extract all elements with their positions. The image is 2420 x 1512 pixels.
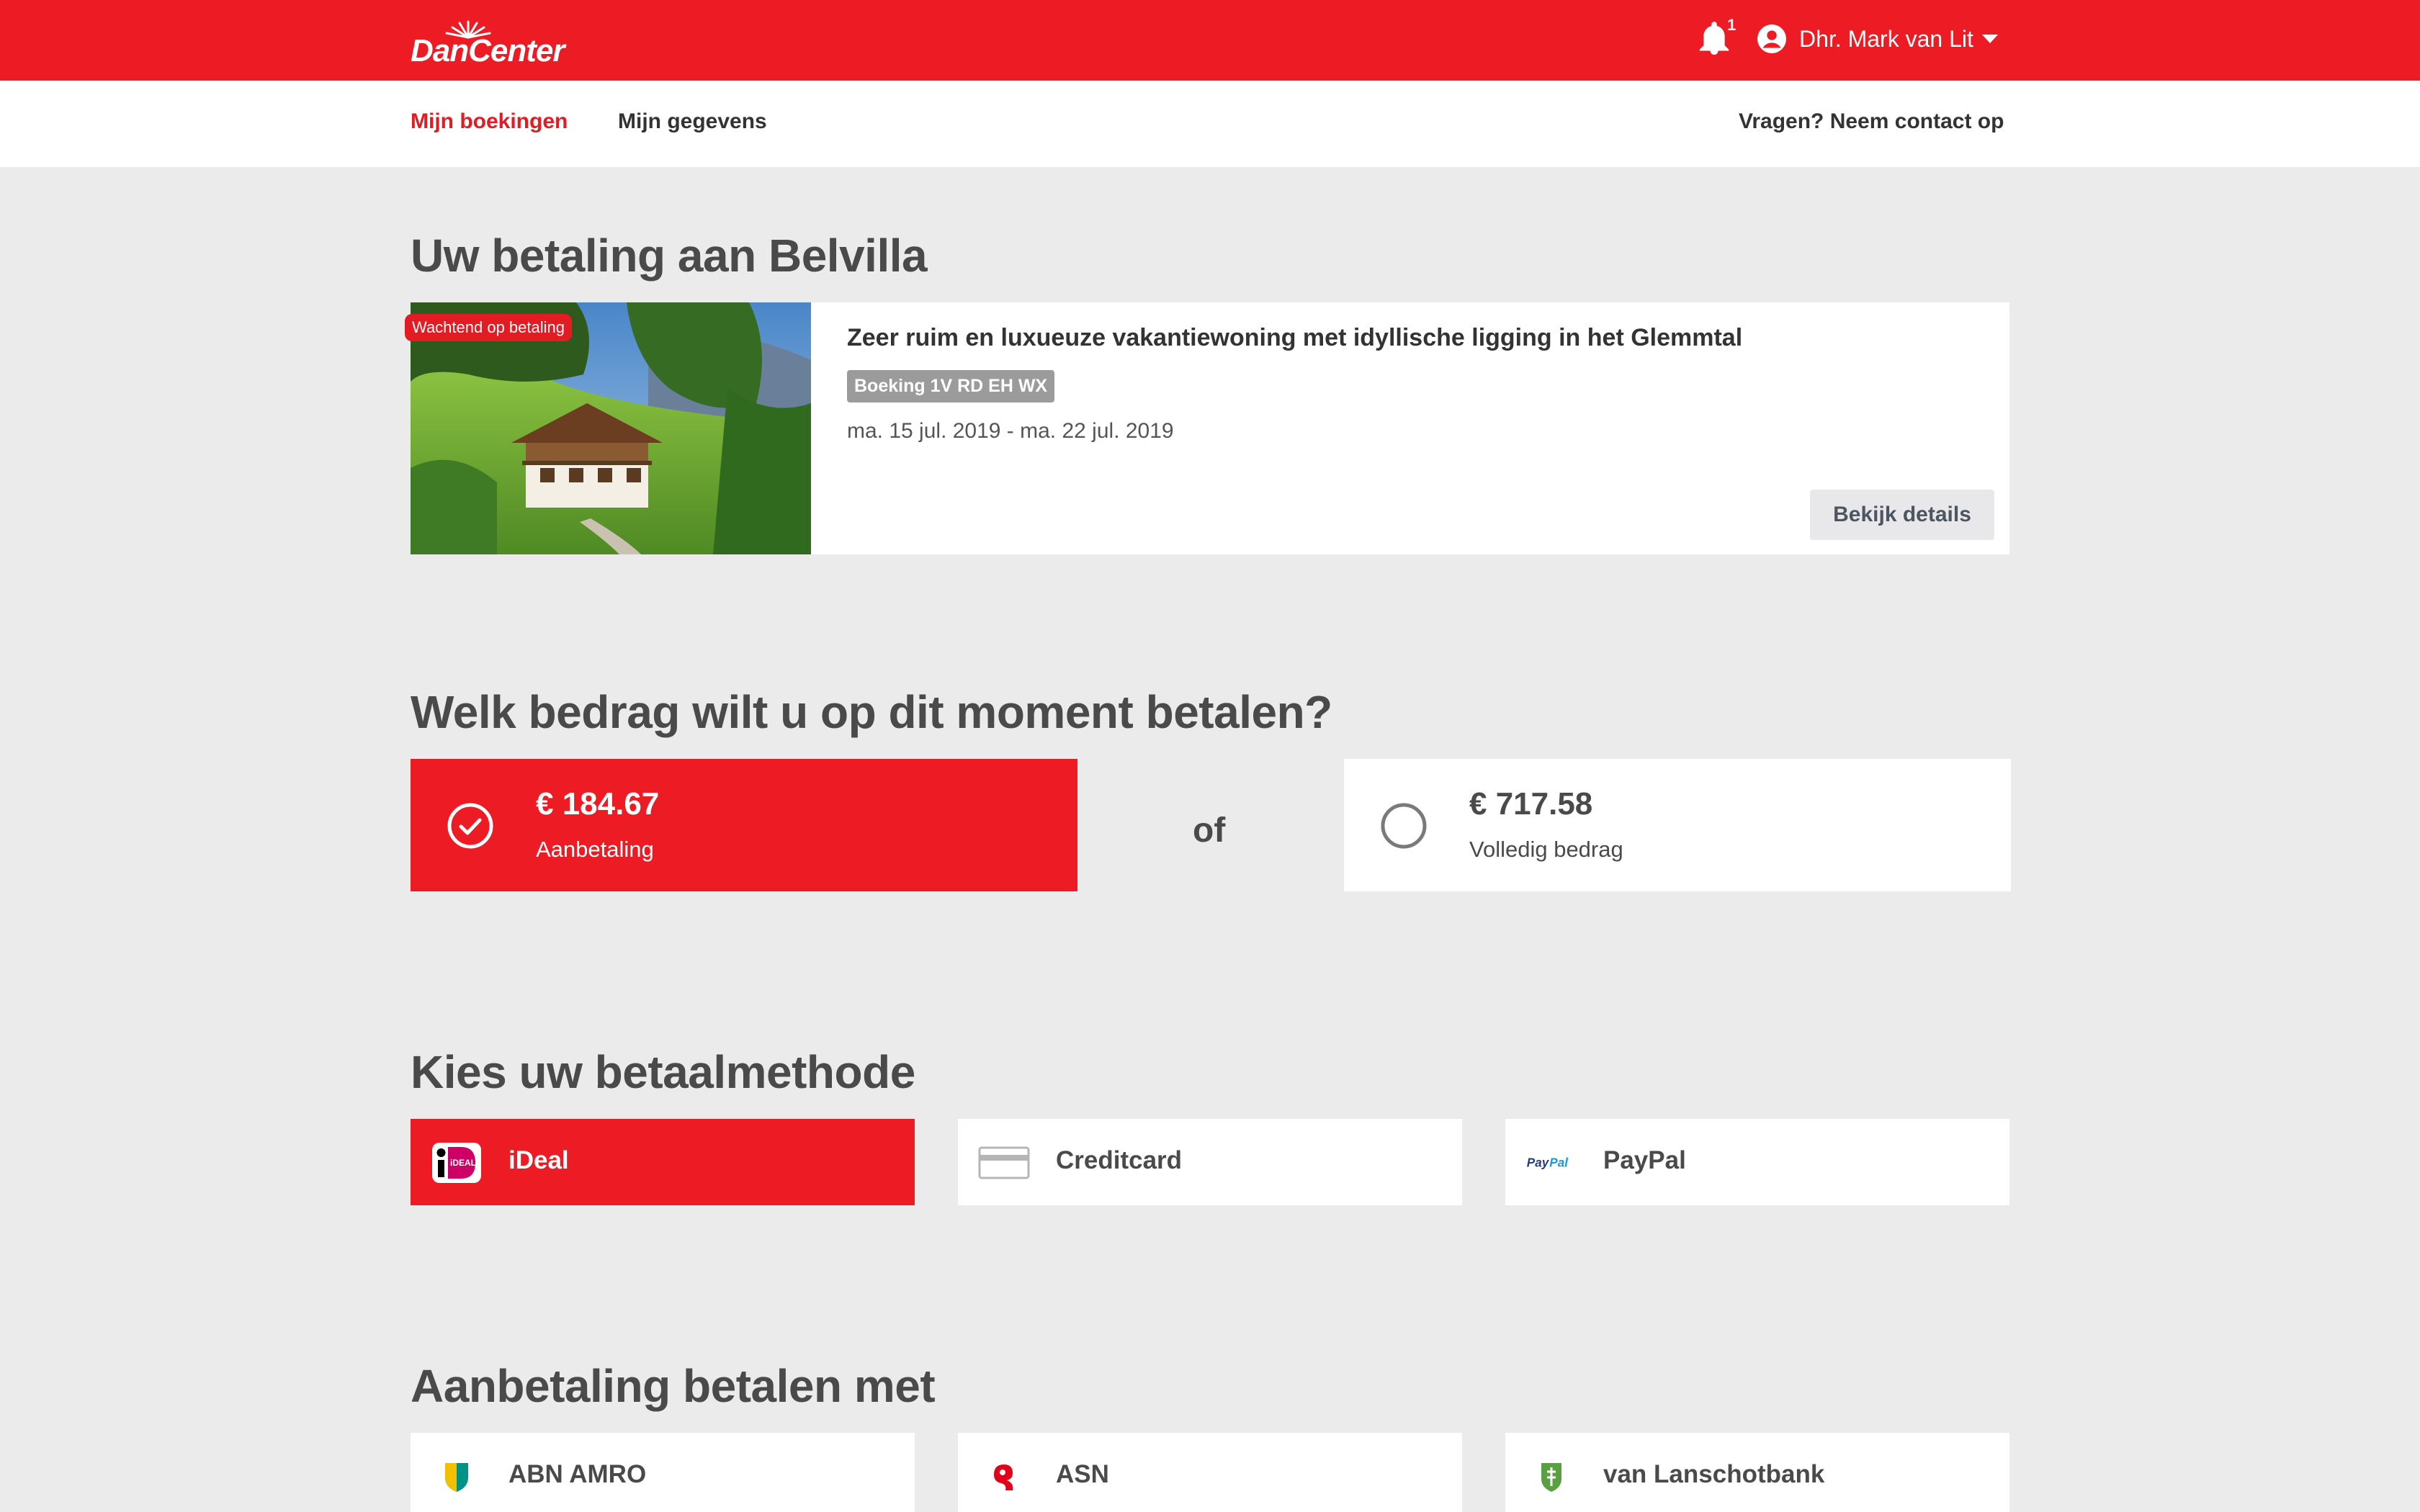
method-ideal[interactable]: iDEAL iDeal: [411, 1119, 915, 1205]
svg-text:iDEAL: iDEAL: [450, 1158, 476, 1168]
status-badge: Wachtend op betaling: [405, 314, 572, 341]
amount-label: Aanbetaling: [536, 837, 654, 862]
van-lanschot-icon: [1525, 1459, 1577, 1495]
user-menu[interactable]: Dhr. Mark van Lit: [1757, 23, 1998, 55]
payment-heading: Uw betaling aan Belvilla: [411, 230, 928, 282]
bank-asn[interactable]: ASN: [958, 1433, 1462, 1512]
svg-text:Pal: Pal: [1549, 1156, 1569, 1169]
method-label: Creditcard: [1056, 1146, 1183, 1174]
amount-option-deposit[interactable]: € 184.67 Aanbetaling: [411, 759, 1077, 891]
booking-dates: ma. 15 jul. 2019 - ma. 22 jul. 2019: [847, 419, 1174, 443]
abn-amro-icon: [431, 1459, 483, 1495]
or-separator: of: [1193, 811, 1226, 850]
amount-value: € 184.67: [536, 786, 660, 822]
creditcard-icon: [978, 1145, 1030, 1181]
booking-code-badge: Boeking 1V RD EH WX: [847, 370, 1055, 402]
amount-value: € 717.58: [1469, 786, 1593, 822]
dancenter-logo[interactable]: DanCenter: [411, 19, 576, 68]
logo-text: DanCenter: [411, 33, 565, 68]
bank-label: ASN: [1056, 1460, 1109, 1488]
bank-abn-amro[interactable]: ABN AMRO: [411, 1433, 915, 1512]
method-label: PayPal: [1603, 1146, 1686, 1174]
svg-text:Pay: Pay: [1527, 1156, 1550, 1169]
amount-option-full[interactable]: € 717.58 Volledig bedrag: [1344, 759, 2011, 891]
amount-label: Volledig bedrag: [1469, 837, 1623, 862]
user-avatar-icon: [1757, 24, 1786, 53]
sub-navigation: Mijn boekingen Mijn gegevens Vragen? Nee…: [0, 81, 2420, 167]
bank-label: ABN AMRO: [508, 1460, 647, 1488]
booking-title[interactable]: Zeer ruim en luxueuze vakantiewoning met…: [847, 324, 1742, 352]
chevron-down-icon: [1981, 35, 1998, 43]
contact-link[interactable]: Vragen? Neem contact op: [1739, 109, 2004, 134]
method-paypal[interactable]: Pay Pal PayPal: [1505, 1119, 2009, 1205]
paypal-icon: Pay Pal: [1525, 1145, 1577, 1181]
asn-icon: [978, 1459, 1030, 1495]
user-name: Dhr. Mark van Lit: [1799, 25, 1973, 52]
booking-card: Zeer ruim en luxueuze vakantiewoning met…: [411, 302, 2009, 554]
check-circle-icon: [447, 803, 493, 849]
bank-label: van Lanschotbank: [1603, 1460, 1825, 1488]
radio-circle-icon: [1381, 803, 1427, 849]
top-bar: DanCenter 1 Dhr. Mark van Lit: [0, 0, 2420, 81]
view-details-button[interactable]: Bekijk details: [1810, 490, 1994, 540]
bank-heading: Aanbetaling betalen met: [411, 1360, 936, 1412]
tab-my-bookings[interactable]: Mijn boekingen: [411, 109, 568, 134]
method-creditcard[interactable]: Creditcard: [958, 1119, 1462, 1205]
notification-count: 1: [1727, 16, 1736, 34]
bank-van-lanschot[interactable]: van Lanschotbank: [1505, 1433, 2009, 1512]
method-heading: Kies uw betaalmethode: [411, 1046, 915, 1098]
amount-heading: Welk bedrag wilt u op dit moment betalen…: [411, 686, 1332, 738]
ideal-icon: iDEAL: [431, 1143, 483, 1183]
method-label: iDeal: [508, 1146, 569, 1174]
tab-my-details[interactable]: Mijn gegevens: [618, 109, 767, 134]
notification-bell-icon[interactable]: [1698, 22, 1730, 56]
